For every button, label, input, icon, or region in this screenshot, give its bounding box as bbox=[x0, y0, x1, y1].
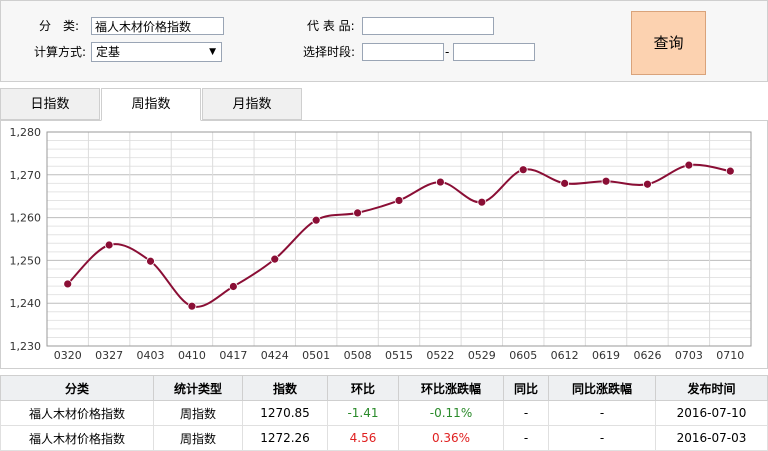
x-tick-label: 0327 bbox=[95, 349, 123, 362]
data-point bbox=[725, 166, 735, 176]
data-point bbox=[311, 215, 321, 225]
data-point bbox=[394, 196, 404, 205]
tab-daily[interactable]: 日指数 bbox=[0, 88, 100, 120]
cell-category: 福人木材价格指数 bbox=[0, 425, 154, 451]
x-tick-label: 0626 bbox=[633, 349, 661, 362]
period-end-field[interactable] bbox=[453, 43, 535, 61]
cell-publish-date: 2016-07-03 bbox=[655, 425, 768, 451]
x-tick-label: 0529 bbox=[468, 349, 496, 362]
cell-mom-pct: -0.11% bbox=[398, 400, 504, 426]
cell-mom-pct: 0.36% bbox=[398, 425, 504, 451]
cell-index: 1272.26 bbox=[242, 425, 328, 451]
col-header-mom-pct: 环比涨跌幅 bbox=[398, 375, 504, 401]
cell-publish-date: 2016-07-10 bbox=[655, 400, 768, 426]
line-chart: 1,230 1,240 1,250 1,260 1,270 1,280 0320 0327 04… bbox=[10, 126, 752, 362]
x-tick-label: 0605 bbox=[509, 349, 537, 362]
data-point bbox=[518, 165, 528, 175]
table-row: 福人木材价格指数 周指数 1272.26 4.56 0.36% - -2016-07-03 bbox=[0, 425, 768, 451]
x-tick-label: 0417 bbox=[219, 349, 247, 362]
period-start-field[interactable] bbox=[362, 43, 444, 61]
y-tick-label: 1,280 bbox=[10, 126, 42, 139]
period-separator: - bbox=[445, 45, 450, 59]
data-point bbox=[684, 160, 694, 170]
y-tick-label: 1,270 bbox=[10, 169, 42, 182]
cell-yoy: - bbox=[503, 425, 549, 451]
chevron-down-icon: ▼ bbox=[209, 47, 216, 57]
method-select[interactable]: 定基 ▼ bbox=[91, 42, 222, 62]
tab-monthly[interactable]: 月指数 bbox=[202, 88, 302, 120]
data-point bbox=[146, 256, 155, 266]
x-tick-label: 0612 bbox=[551, 349, 579, 362]
data-point bbox=[643, 179, 652, 189]
col-header-yoy-pct: 同比涨跌幅 bbox=[548, 375, 656, 401]
y-tick-label: 1,250 bbox=[10, 254, 42, 267]
x-tick-label: 0501 bbox=[302, 349, 330, 362]
cell-yoy: - bbox=[503, 400, 549, 426]
plot-border bbox=[46, 131, 752, 347]
data-point bbox=[560, 178, 570, 188]
data-point bbox=[228, 282, 238, 291]
y-tick-label: 1,260 bbox=[10, 212, 42, 225]
data-point bbox=[601, 176, 611, 186]
data-point bbox=[436, 177, 445, 187]
data-point bbox=[104, 240, 114, 250]
index-table: 分类 统计类型 指数 环比 环比涨跌幅 同比 同比涨跌幅 发布时间 福人木材价格… bbox=[0, 375, 768, 451]
data-point bbox=[187, 301, 197, 311]
filter-panel: 分 类: 代 表 品: 计算方式: 定基 ▼ 选择时段: - 查询 bbox=[0, 0, 768, 82]
cell-yoy-pct: - bbox=[548, 425, 656, 451]
query-button[interactable]: 查询 bbox=[631, 11, 706, 75]
cell-yoy-pct: - bbox=[548, 400, 656, 426]
x-tick-label: 0320 bbox=[54, 349, 82, 362]
col-header-mom: 环比 bbox=[327, 375, 399, 401]
cell-stat-type: 周指数 bbox=[153, 400, 243, 426]
series-line bbox=[66, 163, 731, 308]
x-tick-label: 0410 bbox=[178, 349, 206, 362]
data-point bbox=[353, 208, 362, 218]
y-tick-label: 1,230 bbox=[10, 340, 42, 353]
x-tick-label: 0710 bbox=[716, 349, 744, 362]
tab-bar: 日指数 周指数 月指数 bbox=[0, 88, 768, 121]
data-point bbox=[63, 279, 73, 289]
y-tick-label: 1,240 bbox=[10, 297, 42, 310]
table-header-row: 分类 统计类型 指数 环比 环比涨跌幅 同比 同比涨跌幅 发布时间 bbox=[0, 375, 768, 401]
col-header-publish-date: 发布时间 bbox=[655, 375, 768, 401]
code-field[interactable] bbox=[362, 17, 494, 35]
data-point bbox=[477, 197, 487, 207]
x-tick-label: 0515 bbox=[385, 349, 413, 362]
table-row: 福人木材价格指数 周指数 1270.85 -1.41 -0.11% - -2016-07-1… bbox=[0, 400, 768, 426]
x-tick-label: 0522 bbox=[426, 349, 454, 362]
x-tick-label: 0508 bbox=[344, 349, 372, 362]
x-tick-label: 0424 bbox=[261, 349, 289, 362]
cell-mom: -1.41 bbox=[327, 400, 399, 426]
col-header-stat-type: 统计类型 bbox=[153, 375, 243, 401]
x-tick-label: 0619 bbox=[592, 349, 620, 362]
category-label: 分 类: bbox=[39, 19, 80, 33]
tab-weekly[interactable]: 周指数 bbox=[101, 88, 201, 121]
chart-panel: 1,230 1,240 1,250 1,260 1,270 1,280 0320 0327 04… bbox=[0, 121, 768, 369]
method-label: 计算方式: bbox=[34, 45, 87, 59]
cell-index: 1270.85 bbox=[242, 400, 328, 426]
x-tick-label: 0703 bbox=[675, 349, 703, 362]
code-label: 代 表 品: bbox=[307, 19, 355, 33]
data-point bbox=[270, 254, 280, 264]
cell-mom: 4.56 bbox=[327, 425, 399, 451]
method-value: 定基 bbox=[96, 45, 121, 59]
col-header-yoy: 同比 bbox=[503, 375, 549, 401]
col-header-category: 分类 bbox=[0, 375, 154, 401]
x-tick-label: 0403 bbox=[137, 349, 165, 362]
category-field[interactable] bbox=[91, 17, 224, 35]
cell-stat-type: 周指数 bbox=[153, 425, 243, 451]
period-label: 选择时段: bbox=[303, 45, 356, 59]
col-header-index: 指数 bbox=[242, 375, 328, 401]
cell-category: 福人木材价格指数 bbox=[0, 400, 154, 426]
